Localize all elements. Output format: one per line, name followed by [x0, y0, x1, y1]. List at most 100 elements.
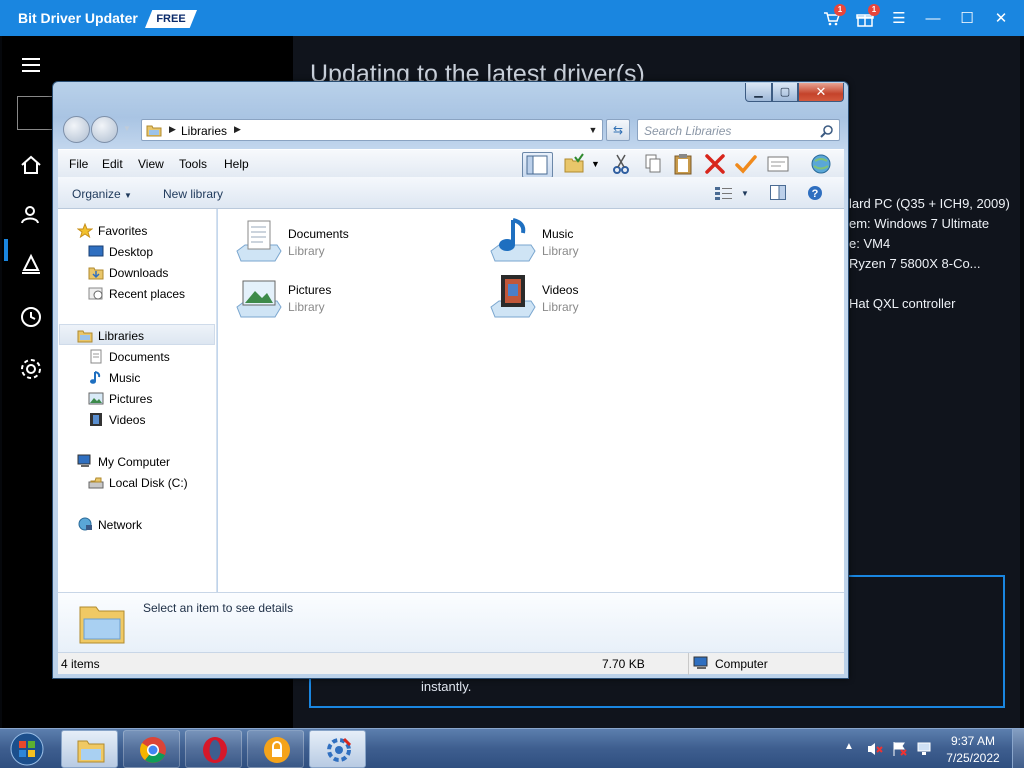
- organize-button[interactable]: Organize ▼: [72, 187, 132, 201]
- cut-scissors-icon[interactable]: [609, 153, 633, 175]
- bdu-minimize-button[interactable]: —: [922, 8, 944, 30]
- network-status-icon[interactable]: [916, 740, 934, 758]
- maximize-button[interactable]: ▢: [772, 83, 798, 102]
- system-info-line: e: VM4: [849, 236, 891, 251]
- menu-tools[interactable]: Tools: [179, 157, 207, 171]
- bdu-maximize-button[interactable]: ☐: [956, 8, 978, 30]
- status-bar: 4 items 7.70 KB Computer: [58, 652, 844, 675]
- library-name: Videos: [542, 283, 579, 297]
- refresh-button[interactable]: ⇆: [606, 119, 630, 141]
- details-pane: Select an item to see details: [58, 592, 844, 652]
- taskbar-opera[interactable]: [185, 730, 242, 768]
- bdu-close-button[interactable]: ✕: [990, 8, 1012, 30]
- tray-overflow-arrow-icon[interactable]: ▲: [844, 741, 854, 752]
- close-button[interactable]: ✕: [798, 83, 844, 102]
- help-icon[interactable]: ?: [807, 185, 823, 201]
- folder-options-dropdown[interactable]: ▼: [591, 159, 600, 169]
- clock-time[interactable]: 9:37 AM: [945, 734, 1001, 748]
- close-icon: ✕: [815, 84, 827, 99]
- library-name: Documents: [288, 227, 349, 241]
- opera-icon: [203, 737, 227, 763]
- desktop-icon: [88, 245, 104, 257]
- nav-favorites-label: Favorites: [98, 224, 148, 238]
- history-icon[interactable]: [16, 302, 46, 332]
- library-item-music[interactable]: Music Library: [489, 217, 729, 267]
- new-library-button[interactable]: New library: [163, 187, 223, 201]
- nav-recent-places-label: Recent places: [109, 287, 186, 301]
- library-type: Library: [542, 244, 579, 258]
- recent-pages-dropdown[interactable]: ▼: [123, 124, 133, 134]
- system-info-line: Ryzen 7 5800X 8-Co...: [849, 256, 981, 271]
- library-item-pictures[interactable]: Pictures Library: [235, 273, 475, 323]
- delete-x-icon[interactable]: [703, 153, 727, 175]
- nav-network-label: Network: [98, 518, 143, 532]
- home-icon[interactable]: [16, 150, 46, 180]
- explorer-icon: [77, 740, 105, 763]
- show-desktop-button[interactable]: [1012, 729, 1024, 768]
- library-name: Pictures: [288, 283, 332, 297]
- search-input[interactable]: Search Libraries: [637, 119, 840, 141]
- taskbar-explorer[interactable]: [61, 730, 118, 768]
- minimize-icon: —: [925, 10, 941, 27]
- clock-date[interactable]: 7/25/2022: [940, 751, 1006, 765]
- back-button[interactable]: [63, 116, 90, 143]
- refresh-icon: ⇆: [612, 123, 624, 137]
- cart-button[interactable]: 1: [820, 4, 846, 30]
- nav-music-label: Music: [109, 371, 141, 385]
- taskbar-bit-driver-updater[interactable]: [309, 730, 366, 768]
- preview-pane-icon[interactable]: [770, 185, 786, 200]
- menu-file[interactable]: File: [69, 157, 88, 171]
- volume-muted-icon[interactable]: [866, 740, 884, 758]
- action-center-flag-icon[interactable]: [891, 740, 909, 758]
- nav-downloads-label: Downloads: [109, 266, 169, 280]
- library-item-videos[interactable]: Videos Library: [489, 273, 729, 323]
- minimize-button[interactable]: ▁: [745, 83, 772, 102]
- bdu-titlebar: Bit Driver Updater FREE 1 1 ☰ — ☐ ✕: [0, 0, 1024, 36]
- user-scan-icon[interactable]: [16, 200, 46, 230]
- properties-icon[interactable]: [766, 153, 790, 175]
- libraries-folder-icon: [146, 125, 162, 137]
- menu-bar: File Edit View Tools Help ▼: [58, 149, 844, 178]
- bdu-menu-button[interactable]: ☰: [888, 8, 910, 30]
- nav-my-computer-label: My Computer: [98, 455, 171, 469]
- settings-gear-icon[interactable]: [16, 354, 46, 384]
- cart-count-badge: 1: [834, 4, 846, 16]
- preview-pane-toggle[interactable]: [522, 152, 553, 178]
- windows-start-orb-icon[interactable]: [5, 730, 51, 768]
- copy-icon[interactable]: [641, 153, 665, 175]
- folder-options-icon[interactable]: [563, 153, 587, 175]
- sidebar-active-indicator: [4, 239, 8, 261]
- view-options-dropdown[interactable]: ▼: [741, 189, 749, 198]
- change-view-icon[interactable]: [715, 186, 733, 200]
- pane-layout-icon: [526, 155, 548, 175]
- paste-clipboard-icon[interactable]: [671, 153, 695, 175]
- breadcrumb-libraries[interactable]: Libraries: [181, 124, 227, 138]
- downloads-folder-icon: [88, 267, 104, 280]
- network-globe-icon[interactable]: [809, 153, 833, 175]
- pictures-icon: [88, 392, 104, 405]
- hamburger-icon[interactable]: [16, 50, 46, 80]
- chevron-down-icon: ▼: [588, 125, 598, 135]
- menu-lines-icon: ☰: [892, 10, 906, 27]
- address-bar[interactable]: ▶ Libraries ▶ ▼: [141, 119, 603, 141]
- organize-label: Organize: [72, 187, 121, 201]
- videos-filmstrip-icon: [90, 413, 102, 426]
- taskbar-chrome[interactable]: [123, 730, 180, 768]
- system-info-line: lard PC (Q35 + ICH9, 2009): [849, 196, 1010, 211]
- menu-view[interactable]: View: [138, 157, 164, 171]
- checkmark-icon[interactable]: [734, 153, 758, 175]
- menu-edit[interactable]: Edit: [102, 157, 123, 171]
- pictures-library-icon: [236, 280, 282, 318]
- menu-help[interactable]: Help: [224, 157, 249, 171]
- breadcrumb-arrow-icon[interactable]: ▶: [169, 124, 176, 135]
- gift-button[interactable]: 1: [854, 4, 880, 30]
- details-text: Select an item to see details: [143, 601, 294, 615]
- backup-icon[interactable]: [16, 250, 46, 280]
- forward-button[interactable]: [91, 116, 118, 143]
- address-dropdown-button[interactable]: ▼: [584, 120, 602, 140]
- breadcrumb-arrow-icon[interactable]: ▶: [234, 124, 241, 135]
- nav-local-disk-label: Local Disk (C:): [109, 476, 188, 490]
- library-item-documents[interactable]: Documents Library: [235, 217, 475, 267]
- taskbar-vpn[interactable]: [247, 730, 304, 768]
- gift-count-badge: 1: [868, 4, 880, 16]
